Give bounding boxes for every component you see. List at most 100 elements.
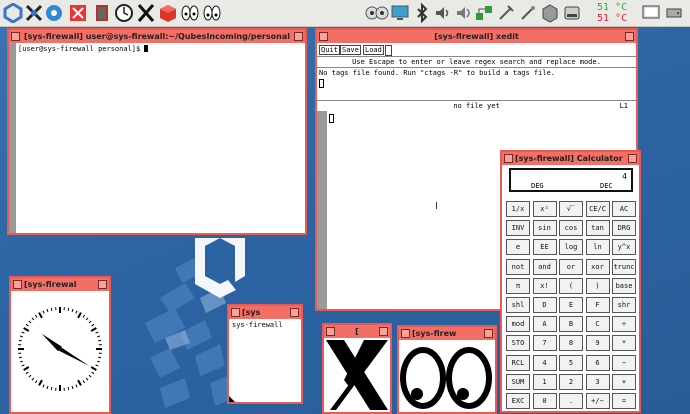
calc-key[interactable]: EE bbox=[532, 239, 557, 256]
scrollbar[interactable] bbox=[9, 43, 16, 233]
title-bar[interactable]: [ bbox=[324, 325, 390, 339]
window-menu-icon[interactable] bbox=[11, 32, 20, 41]
title-bar[interactable]: [sys-firewall] user@sys-firewall:~/Qubes… bbox=[9, 30, 305, 44]
pen-icon[interactable] bbox=[518, 3, 538, 23]
calc-key[interactable]: ÷ bbox=[612, 316, 636, 333]
scrollbar[interactable] bbox=[317, 111, 327, 309]
calc-key[interactable]: not bbox=[506, 258, 530, 275]
quit-button[interactable]: Quit bbox=[319, 45, 340, 55]
calc-key[interactable]: . bbox=[559, 393, 583, 409]
calc-key[interactable]: E bbox=[559, 297, 583, 313]
calc-key[interactable]: INV bbox=[506, 220, 530, 237]
terminal-area[interactable]: [user@sys-firewall personal]$ bbox=[16, 43, 305, 233]
close-icon[interactable] bbox=[98, 280, 107, 289]
xeyes-icon[interactable] bbox=[180, 3, 200, 23]
filename-input[interactable] bbox=[385, 45, 392, 56]
calc-key[interactable]: 1 bbox=[532, 373, 557, 390]
window-menu-icon[interactable] bbox=[326, 327, 335, 336]
xclock-window[interactable]: [sys-firewal bbox=[9, 276, 111, 414]
title-bar[interactable]: [sys-firewal bbox=[11, 278, 109, 292]
window-menu-icon[interactable] bbox=[319, 32, 328, 41]
calc-key[interactable]: F bbox=[585, 297, 610, 313]
xfce-icon[interactable] bbox=[68, 3, 88, 23]
calc-key[interactable]: AC bbox=[612, 201, 636, 217]
drive-icon[interactable] bbox=[540, 3, 560, 23]
calc-key[interactable]: x! bbox=[532, 277, 557, 294]
close-icon[interactable] bbox=[625, 32, 634, 41]
bluetooth-icon[interactable] bbox=[412, 3, 432, 23]
calc-key[interactable]: 1/x bbox=[506, 201, 530, 217]
title-bar[interactable]: [sys-firewall] xedit bbox=[317, 30, 636, 44]
calc-key[interactable]: √‾ bbox=[559, 201, 583, 217]
volume-icon[interactable] bbox=[454, 3, 474, 23]
close-icon[interactable] bbox=[294, 32, 303, 41]
calc-key[interactable]: 0 bbox=[532, 393, 557, 409]
calc-key[interactable]: STO bbox=[506, 335, 530, 352]
calc-key[interactable]: 4 bbox=[532, 354, 557, 371]
calc-key[interactable]: 2 bbox=[559, 373, 583, 390]
title-bar[interactable]: [sys bbox=[229, 306, 301, 320]
calc-key[interactable]: 9 bbox=[585, 335, 610, 352]
monitor-icon[interactable] bbox=[641, 3, 661, 23]
xeyes-window[interactable]: [sys-firew bbox=[397, 325, 497, 414]
window-menu-icon[interactable] bbox=[13, 280, 22, 289]
network-icon[interactable] bbox=[474, 3, 494, 23]
calc-key[interactable]: ( bbox=[559, 277, 583, 294]
xmessage-window[interactable]: [sys sys-firewall bbox=[227, 304, 303, 404]
calc-key[interactable]: C bbox=[585, 316, 610, 333]
calc-key[interactable]: or bbox=[559, 258, 583, 275]
calc-key[interactable]: − bbox=[612, 354, 636, 371]
close-icon[interactable] bbox=[290, 308, 299, 317]
calc-key[interactable]: EXC bbox=[506, 393, 530, 409]
window-menu-icon[interactable] bbox=[231, 308, 240, 317]
calc-key[interactable]: mod bbox=[506, 316, 530, 333]
calc-key[interactable]: shr bbox=[612, 297, 636, 313]
eyes-icon[interactable] bbox=[202, 3, 222, 23]
calc-key[interactable]: ) bbox=[585, 277, 610, 294]
calc-key[interactable]: tan bbox=[585, 220, 610, 237]
drive-icon[interactable] bbox=[664, 3, 684, 23]
calc-key[interactable]: cos bbox=[559, 220, 583, 237]
window-menu-icon[interactable] bbox=[401, 329, 410, 338]
calc-key[interactable]: RCL bbox=[506, 354, 530, 371]
calc-key[interactable]: xor bbox=[585, 258, 610, 275]
calc-key[interactable]: D bbox=[532, 297, 557, 313]
resize-corner[interactable] bbox=[229, 396, 235, 402]
title-bar[interactable]: [sys-firew bbox=[399, 327, 495, 341]
calc-key[interactable]: = bbox=[612, 393, 636, 409]
calc-key[interactable]: +/− bbox=[585, 393, 610, 409]
calc-key[interactable]: * bbox=[612, 335, 636, 352]
close-icon[interactable] bbox=[628, 154, 637, 163]
eyes-icon[interactable] bbox=[365, 3, 389, 23]
disk-icon[interactable] bbox=[562, 3, 582, 23]
clock-icon[interactable] bbox=[114, 3, 134, 23]
calc-key[interactable]: CE/C bbox=[585, 201, 610, 217]
window-menu-icon[interactable] bbox=[504, 154, 513, 163]
calc-key[interactable]: trunc bbox=[612, 258, 636, 275]
calc-key[interactable]: y^x bbox=[612, 239, 636, 256]
calc-key[interactable]: 3 bbox=[585, 373, 610, 390]
pen-icon[interactable] bbox=[496, 3, 516, 23]
volume-icon[interactable] bbox=[433, 3, 453, 23]
calc-key[interactable]: 7 bbox=[532, 335, 557, 352]
calc-key[interactable]: 6 bbox=[585, 354, 610, 371]
calc-key[interactable]: 8 bbox=[559, 335, 583, 352]
calc-key[interactable]: B bbox=[559, 316, 583, 333]
xlogo-window[interactable]: [ bbox=[322, 323, 392, 414]
calc-key[interactable]: and bbox=[532, 258, 557, 275]
load-button[interactable]: Load bbox=[363, 45, 384, 55]
message-area[interactable]: No tags file found. Run "ctags -R" to bu… bbox=[317, 68, 636, 100]
cube-icon[interactable] bbox=[158, 3, 178, 23]
save-button[interactable]: Save bbox=[340, 45, 361, 55]
calculator-window[interactable]: [sys-firewall] Calculator 4 DEG DEC 1/x x… bbox=[500, 150, 641, 413]
calc-key[interactable]: SUM bbox=[506, 373, 530, 390]
calc-key[interactable]: e bbox=[506, 239, 530, 256]
title-bar[interactable]: [sys-firewall] Calculator bbox=[502, 152, 639, 166]
qubes-logo-icon[interactable] bbox=[3, 3, 23, 23]
calc-key[interactable]: A bbox=[532, 316, 557, 333]
calc-key[interactable]: + bbox=[612, 373, 636, 390]
calc-key[interactable]: x² bbox=[532, 201, 557, 217]
gear-icon[interactable] bbox=[92, 3, 112, 23]
terminal-window[interactable]: [sys-firewall] user@sys-firewall:~/Qubes… bbox=[7, 28, 307, 235]
calc-key[interactable]: 5 bbox=[559, 354, 583, 371]
